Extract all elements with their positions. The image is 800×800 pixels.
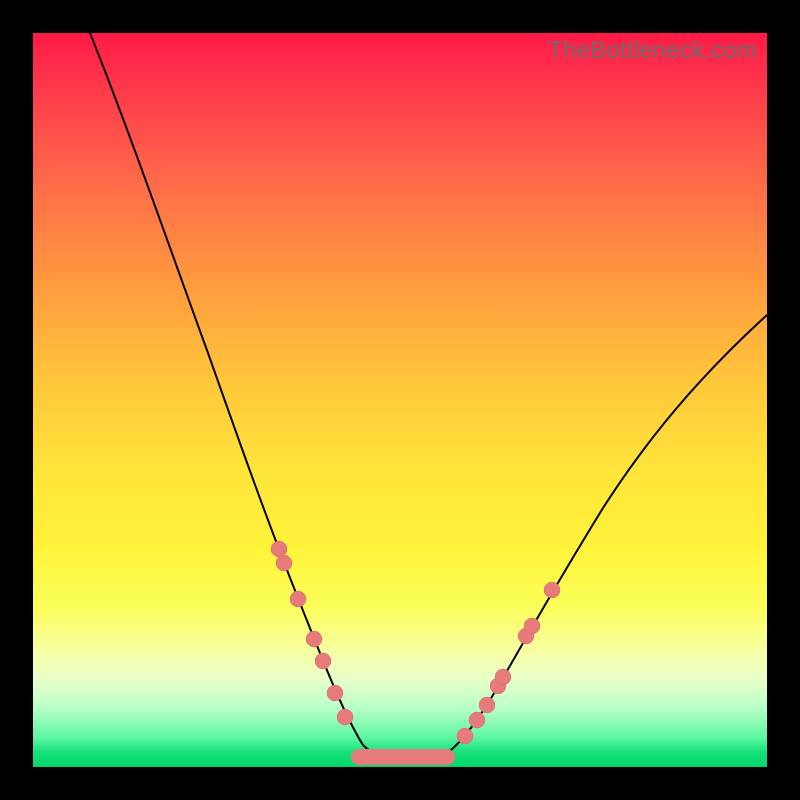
dots-left (271, 541, 353, 725)
plot-area: TheBottleneck.com (33, 33, 767, 767)
bottleneck-chart (33, 33, 767, 767)
curve-path (90, 33, 767, 760)
trough-band (351, 749, 455, 765)
outer-frame: TheBottleneck.com (0, 0, 800, 800)
